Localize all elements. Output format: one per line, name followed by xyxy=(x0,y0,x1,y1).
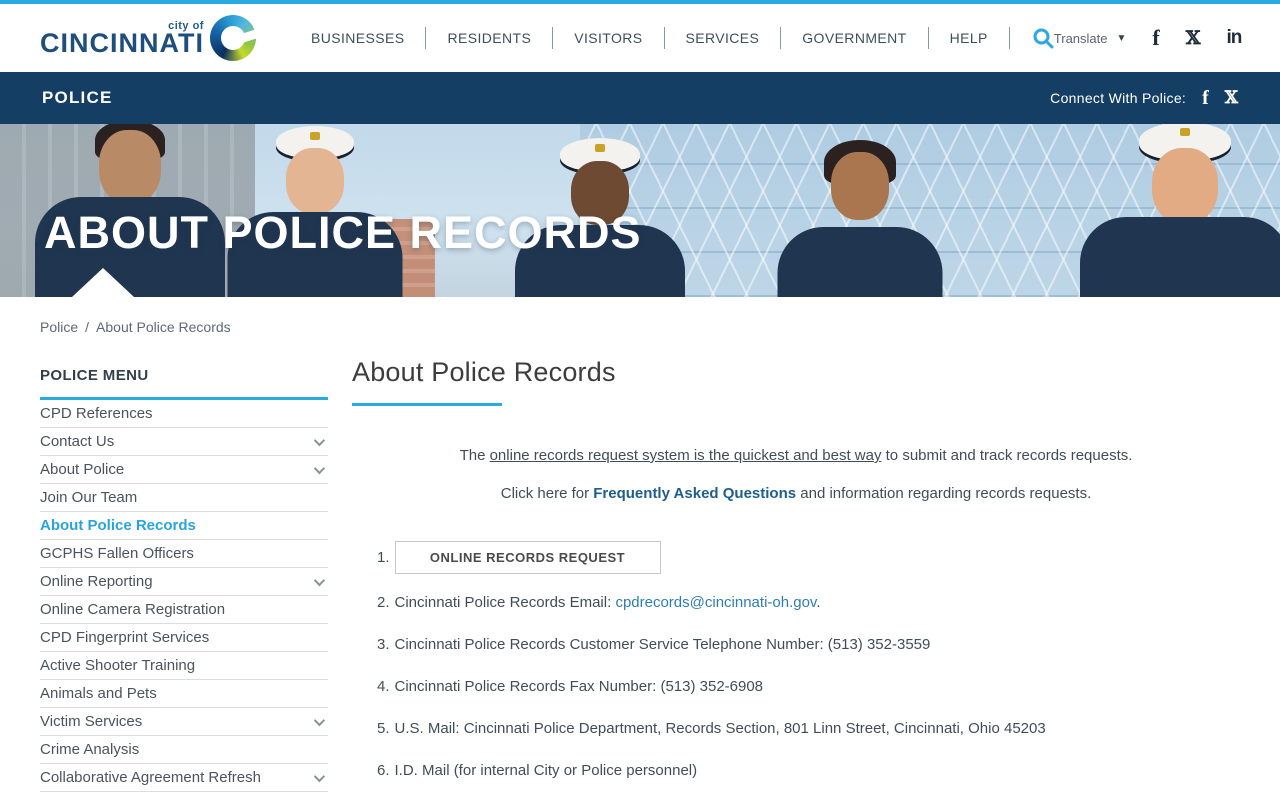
police-menu-sidebar: POLICE MENU CPD References Contact Us Ab… xyxy=(40,367,328,792)
list-item-id-mail: 6. I.D. Mail (for internal City or Polic… xyxy=(377,762,1240,779)
hero-notch-pointer xyxy=(72,268,134,297)
header-utility: Translate ▼ f 𝕏 in xyxy=(1054,25,1242,51)
police-x-icon[interactable]: 𝕏 xyxy=(1225,88,1238,108)
main-nav: BUSINESSES RESIDENTS VISITORS SERVICES G… xyxy=(290,27,1054,49)
chevron-down-icon xyxy=(314,770,325,781)
faq-paragraph: Click here for Frequently Asked Question… xyxy=(352,485,1240,502)
records-contact-list: 1. ONLINE RECORDS REQUEST 2. Cincinnati … xyxy=(352,541,1240,779)
hero-banner: ABOUT POLICE RECORDS xyxy=(0,124,1280,297)
cincinnati-c-logo-icon xyxy=(210,15,256,61)
sidebar-item-online-reporting[interactable]: Online Reporting xyxy=(40,568,328,596)
sidebar-item-gcphs-fallen-officers[interactable]: GCPHS Fallen Officers xyxy=(40,540,328,568)
nav-businesses[interactable]: BUSINESSES xyxy=(290,27,426,49)
police-menu-title: POLICE MENU xyxy=(40,367,328,400)
online-records-system-link[interactable]: online records request system is the qui… xyxy=(490,447,882,464)
chevron-down-icon xyxy=(314,714,325,725)
breadcrumb-separator: / xyxy=(85,319,89,335)
list-item-online-records: 1. ONLINE RECORDS REQUEST xyxy=(377,541,1240,574)
chevron-down-icon xyxy=(314,434,325,445)
nav-residents[interactable]: RESIDENTS xyxy=(426,27,553,49)
page-title: About Police Records xyxy=(352,357,1240,388)
police-department-bar: POLICE Connect With Police: f 𝕏 xyxy=(0,72,1280,124)
nav-help[interactable]: HELP xyxy=(929,27,1010,49)
chevron-down-icon xyxy=(314,574,325,585)
main-content: About Police Records The online records … xyxy=(352,357,1240,800)
breadcrumb-current-page: About Police Records xyxy=(96,319,231,335)
translate-caret-icon[interactable]: ▼ xyxy=(1117,33,1127,44)
sidebar-item-about-police[interactable]: About Police xyxy=(40,456,328,484)
sidebar-item-contact-us[interactable]: Contact Us xyxy=(40,428,328,456)
officer-photo-figure xyxy=(775,124,945,297)
breadcrumb: Police / About Police Records xyxy=(0,297,1280,351)
list-item-fax: 4. Cincinnati Police Records Fax Number:… xyxy=(377,678,1240,695)
site-header: city of CINCINNATI BUSINESSES RESIDENTS … xyxy=(0,4,1280,72)
heading-underline xyxy=(352,403,502,406)
nav-services[interactable]: SERVICES xyxy=(665,27,782,49)
page-banner-title: ABOUT POLICE RECORDS xyxy=(44,207,642,259)
sidebar-item-join-our-team[interactable]: Join Our Team xyxy=(40,484,328,512)
sidebar-item-online-camera-registration[interactable]: Online Camera Registration xyxy=(40,596,328,624)
sidebar-item-animals-and-pets[interactable]: Animals and Pets xyxy=(40,680,328,708)
x-twitter-icon[interactable]: 𝕏 xyxy=(1186,27,1201,49)
sidebar-item-cpd-references[interactable]: CPD References xyxy=(40,400,328,428)
officer-photo-figure xyxy=(1085,124,1280,297)
connect-with-police-label: Connect With Police: xyxy=(1050,90,1186,106)
list-item-email: 2. Cincinnati Police Records Email: cpdr… xyxy=(377,594,1240,611)
content-area: POLICE MENU CPD References Contact Us Ab… xyxy=(0,351,1280,800)
sidebar-item-about-police-records[interactable]: About Police Records xyxy=(40,512,328,540)
faq-link[interactable]: Frequently Asked Questions xyxy=(593,485,796,502)
sidebar-item-cpd-fingerprint-services[interactable]: CPD Fingerprint Services xyxy=(40,624,328,652)
list-item-phone: 3. Cincinnati Police Records Customer Se… xyxy=(377,636,1240,653)
sidebar-item-collaborative-agreement-refresh[interactable]: Collaborative Agreement Refresh xyxy=(40,764,328,792)
police-bar-title[interactable]: POLICE xyxy=(42,88,113,108)
intro-paragraph: The online records request system is the… xyxy=(352,447,1240,464)
facebook-icon[interactable]: f xyxy=(1152,25,1159,51)
cincinnati-logo[interactable]: city of CINCINNATI xyxy=(40,15,256,61)
search-icon[interactable] xyxy=(1032,27,1054,49)
list-item-us-mail: 5. U.S. Mail: Cincinnati Police Departme… xyxy=(377,720,1240,737)
nav-visitors[interactable]: VISITORS xyxy=(553,27,664,49)
breadcrumb-police-link[interactable]: Police xyxy=(40,319,78,335)
sidebar-item-active-shooter-training[interactable]: Active Shooter Training xyxy=(40,652,328,680)
nav-government[interactable]: GOVERNMENT xyxy=(781,27,928,49)
records-email-link[interactable]: cpdrecords@cincinnati-oh.gov xyxy=(615,594,816,611)
sidebar-item-victim-services[interactable]: Victim Services xyxy=(40,708,328,736)
translate-button[interactable]: Translate xyxy=(1054,31,1108,46)
logo-cincinnati: CINCINNATI xyxy=(40,30,204,57)
online-records-request-button[interactable]: ONLINE RECORDS REQUEST xyxy=(395,541,661,574)
chevron-down-icon xyxy=(314,462,325,473)
sidebar-item-crime-analysis[interactable]: Crime Analysis xyxy=(40,736,328,764)
police-facebook-icon[interactable]: f xyxy=(1202,87,1209,110)
linkedin-icon[interactable]: in xyxy=(1226,27,1241,49)
